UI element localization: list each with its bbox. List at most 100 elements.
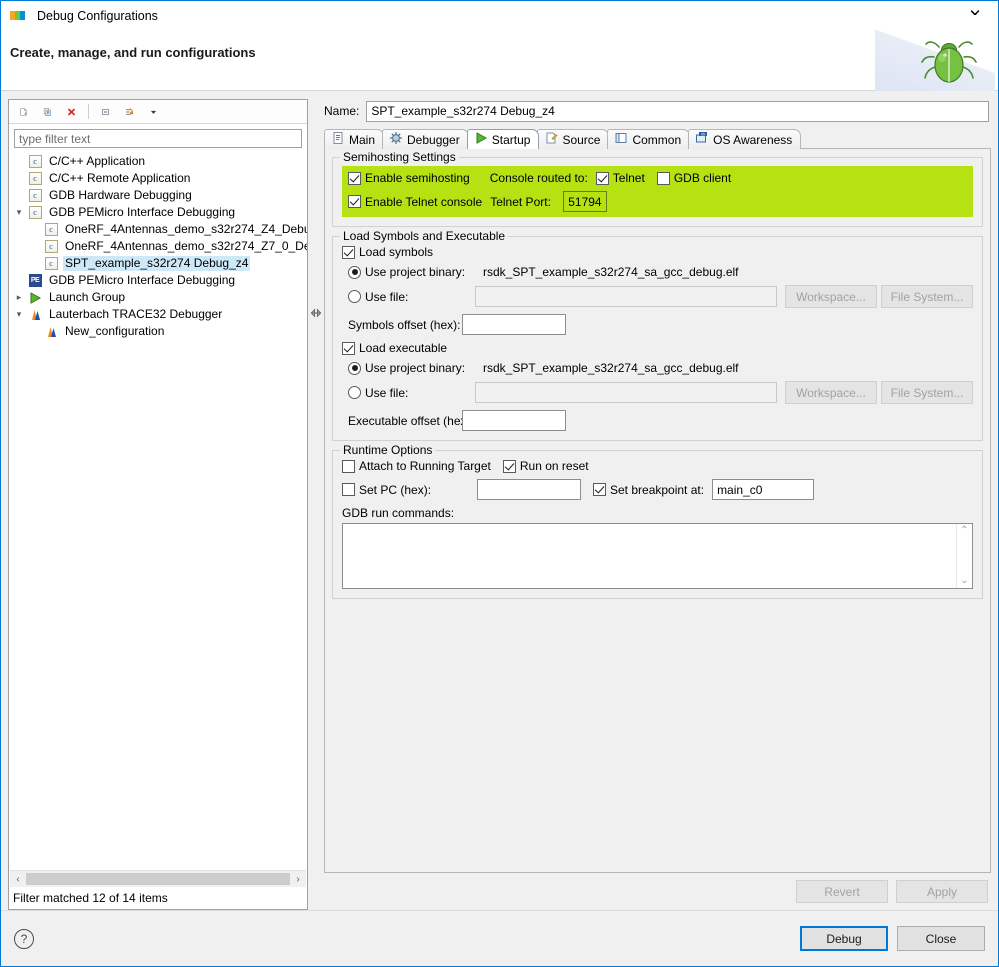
- tab-startup[interactable]: Startup: [466, 129, 540, 149]
- tab-label: OS Awareness: [713, 132, 793, 147]
- executable-use-file-radio[interactable]: [348, 386, 361, 399]
- os-awareness-icon: 05: [695, 131, 709, 148]
- set-pc-label: Set PC (hex):: [359, 482, 432, 497]
- close-button[interactable]: Close: [897, 926, 985, 951]
- symbols-offset-input[interactable]: [462, 314, 566, 335]
- svg-text:05: 05: [701, 132, 705, 136]
- symbols-workspace-button[interactable]: Workspace...: [785, 285, 877, 308]
- tree-item[interactable]: New_configuration: [9, 323, 307, 340]
- symbols-use-file-radio[interactable]: [348, 290, 361, 303]
- trace32-icon: [43, 324, 59, 340]
- scrollbar-thumb[interactable]: [26, 873, 290, 885]
- apply-button[interactable]: Apply: [896, 880, 988, 903]
- chevron-down-icon[interactable]: ▾: [11, 307, 27, 323]
- title-bar: Debug Configurations ✕: [1, 1, 998, 30]
- tree-horizontal-scrollbar[interactable]: ‹ ›: [10, 870, 306, 887]
- configuration-name-input[interactable]: [366, 100, 989, 122]
- c-file-icon: c: [44, 223, 58, 236]
- gdb-run-commands-textarea[interactable]: [343, 524, 956, 588]
- gdb-commands-scrollbar[interactable]: ⌃ ⌄: [956, 524, 972, 588]
- apply-revert-bar: Revert Apply: [324, 873, 991, 910]
- tree-item[interactable]: c C/C++ Remote Application: [9, 170, 307, 187]
- tree-item[interactable]: c C/C++ Application: [9, 153, 307, 170]
- executable-project-binary-value: rsdk_SPT_example_s32r274_sa_gcc_debug.el…: [483, 361, 739, 375]
- filter-icon[interactable]: [119, 102, 140, 122]
- set-breakpoint-checkbox[interactable]: [593, 483, 606, 496]
- enable-semihosting-checkbox[interactable]: [348, 171, 361, 185]
- tree-item[interactable]: c SPT_example_s32r274 Debug_z4: [9, 255, 307, 272]
- tree-item[interactable]: ▾ Lauterbach TRACE32 Debugger: [9, 306, 307, 323]
- c-file-icon: c: [28, 189, 42, 202]
- tree-item[interactable]: PE GDB PEMicro Interface Debugging: [9, 272, 307, 289]
- tab-bar[interactable]: Main Debugger Startup Source Common 05 OS Awar…: [324, 128, 991, 149]
- tab-main[interactable]: Main: [324, 129, 385, 149]
- enable-telnet-console-checkbox[interactable]: [348, 195, 361, 208]
- c-file-icon: c: [43, 256, 59, 272]
- tree-item[interactable]: c OneRF_4Antennas_demo_s32r274_Z4_Debug: [9, 221, 307, 238]
- load-executable-label: Load executable: [359, 341, 448, 355]
- scroll-up-icon[interactable]: ⌃: [960, 526, 968, 536]
- tab-common[interactable]: Common: [607, 129, 691, 149]
- revert-button[interactable]: Revert: [796, 880, 888, 903]
- set-breakpoint-input[interactable]: [712, 479, 815, 500]
- symbols-file-input[interactable]: [475, 286, 777, 307]
- load-executable-row: Load executable: [342, 341, 973, 355]
- c-file-icon: c: [43, 222, 59, 238]
- gdb-run-commands-field[interactable]: ⌃ ⌄: [342, 523, 973, 589]
- header-banner: Create, manage, and run configurations: [1, 15, 998, 91]
- trace32-icon: [27, 307, 43, 323]
- chevron-down-icon[interactable]: [143, 102, 164, 122]
- horizontal-resize-handle-icon[interactable]: [307, 306, 325, 320]
- set-pc-checkbox[interactable]: [342, 483, 355, 496]
- startup-tab-content: Semihosting Settings Enable semihosting …: [324, 148, 991, 873]
- document-icon: [331, 131, 345, 148]
- tree-item-label: GDB PEMicro Interface Debugging: [49, 205, 236, 219]
- load-executable-checkbox[interactable]: [342, 341, 355, 355]
- tree-item[interactable]: ▾ c GDB PEMicro Interface Debugging: [9, 204, 307, 221]
- red-x-icon[interactable]: [61, 102, 82, 122]
- copy-icon[interactable]: [37, 102, 58, 122]
- symbols-filesystem-button[interactable]: File System...: [881, 285, 973, 308]
- tree-item-label: Lauterbach TRACE32 Debugger: [49, 307, 223, 321]
- chevron-right-icon[interactable]: ▸: [11, 290, 27, 306]
- telnet-port-label: Telnet Port:: [490, 194, 551, 209]
- search-input[interactable]: [14, 129, 302, 148]
- executable-workspace-button[interactable]: Workspace...: [785, 381, 877, 404]
- tab-debugger[interactable]: Debugger: [382, 129, 469, 149]
- tree-toolbar: [9, 100, 307, 124]
- configuration-tree[interactable]: c C/C++ Application c C/C++ Remote Applicat…: [9, 152, 307, 870]
- telnet-label: Telnet: [612, 171, 645, 185]
- attach-to-running-target-checkbox[interactable]: [342, 459, 355, 473]
- executable-use-project-binary-radio[interactable]: [348, 361, 361, 375]
- load-symbols-checkbox[interactable]: [342, 245, 355, 259]
- telnet-port-input[interactable]: [562, 191, 607, 212]
- telnet-checkbox[interactable]: [595, 171, 609, 185]
- scroll-down-icon[interactable]: ⌄: [960, 576, 968, 586]
- tree-item[interactable]: c GDB Hardware Debugging: [9, 187, 307, 204]
- tab-label: Debugger: [407, 132, 460, 147]
- executable-offset-input[interactable]: [462, 410, 566, 431]
- collapse-all-icon[interactable]: [95, 102, 116, 122]
- gdb-client-checkbox[interactable]: [656, 171, 670, 185]
- tree-item-label: GDB Hardware Debugging: [49, 188, 192, 202]
- scroll-right-icon[interactable]: ›: [290, 872, 306, 887]
- debug-button[interactable]: Debug: [800, 926, 888, 951]
- tree-item[interactable]: c OneRF_4Antennas_demo_s32r274_Z7_0_Debug: [9, 238, 307, 255]
- chevron-down-icon[interactable]: ▾: [11, 205, 27, 221]
- tab-source[interactable]: Source: [537, 129, 610, 149]
- set-breakpoint-label: Set breakpoint at:: [610, 482, 705, 497]
- scroll-left-icon[interactable]: ‹: [10, 872, 26, 887]
- question-mark-icon[interactable]: ?: [14, 928, 34, 949]
- symbols-use-project-binary-radio[interactable]: [348, 265, 361, 279]
- tab-os-awareness[interactable]: 05 OS Awareness: [688, 129, 802, 149]
- executable-filesystem-button[interactable]: File System...: [881, 381, 973, 404]
- common-icon: [614, 131, 628, 148]
- run-on-reset-checkbox[interactable]: [502, 459, 516, 473]
- new-document-icon[interactable]: [13, 102, 34, 122]
- tree-item-label: SPT_example_s32r274 Debug_z4: [63, 256, 251, 271]
- executable-file-input[interactable]: [475, 382, 777, 403]
- tree-item[interactable]: ▸ Launch Group: [9, 289, 307, 306]
- splitter-sash[interactable]: [308, 99, 324, 910]
- set-pc-input[interactable]: [477, 479, 581, 500]
